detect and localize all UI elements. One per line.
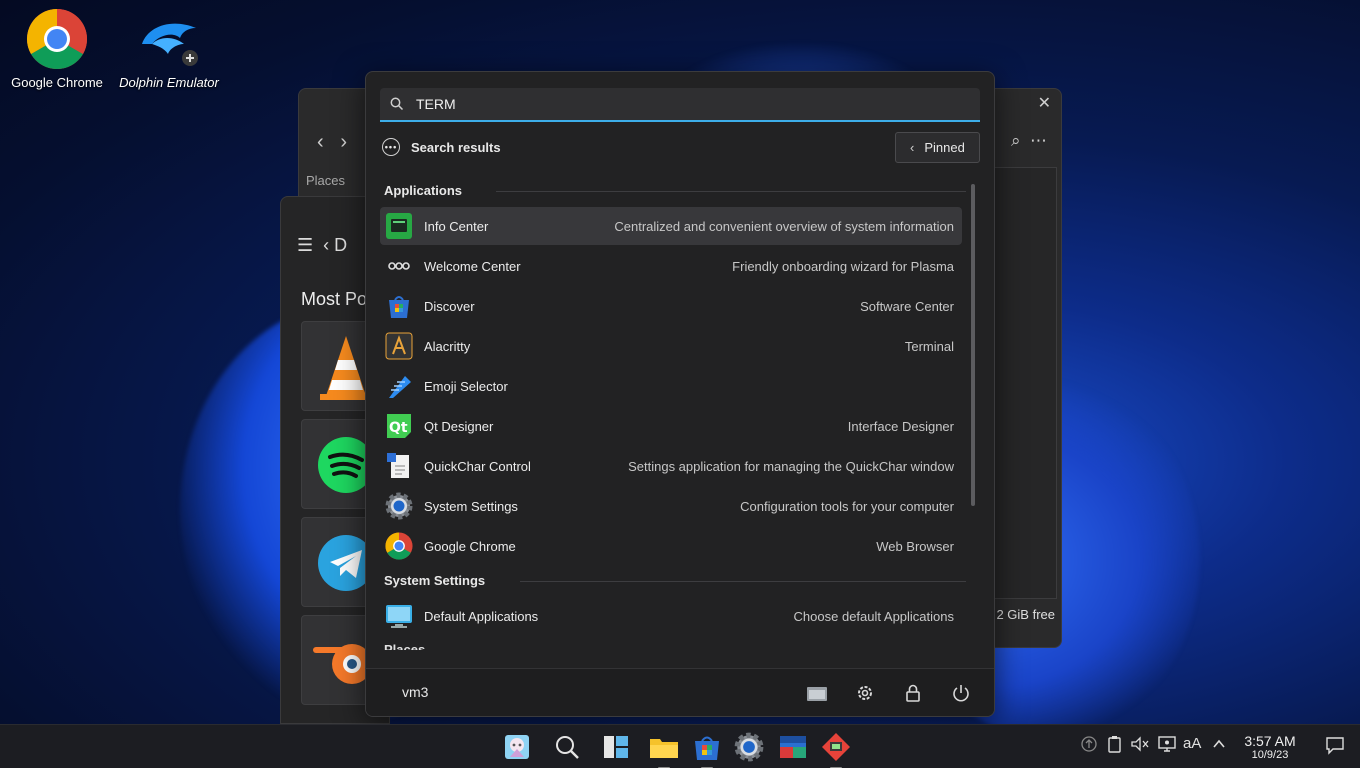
result-row-system-settings[interactable]: System Settings Configuration tools for … (380, 487, 962, 525)
system-settings-icon[interactable] (733, 731, 765, 763)
game-app-icon[interactable] (820, 731, 852, 768)
clock-date: 10/9/23 (1251, 749, 1289, 761)
window-header-letter: D (334, 235, 348, 255)
app-description: Terminal (904, 338, 954, 354)
places-label: Places (306, 173, 346, 188)
clipboard-icon[interactable] (1106, 735, 1124, 757)
clock-time: 3:57 AM (1244, 733, 1296, 749)
app-name: System Settings (424, 498, 518, 514)
discover-icon (384, 291, 414, 321)
svg-text:Qt: Qt (389, 420, 408, 436)
section-places: Places (384, 642, 426, 650)
dolphin-icon (138, 14, 200, 70)
welcome-center-icon (384, 251, 414, 281)
app-description: Configuration tools for your computer (740, 498, 954, 514)
chevron-left-icon: ‹ (910, 140, 915, 155)
alacritty-icon (384, 331, 414, 361)
app-description: Friendly onboarding wizard for Plasma (732, 258, 954, 274)
result-row-quickchar-control[interactable]: QuickChar Control Settings application f… (380, 447, 962, 485)
result-row-discover[interactable]: Discover Software Center (380, 287, 962, 325)
desktop-icon-label: Dolphin Emulator (119, 75, 219, 90)
system-settings-icon (384, 491, 414, 521)
search-icon[interactable] (551, 731, 583, 763)
search-icon[interactable]: ⌕ ⋯ (1011, 131, 1047, 151)
user-name: vm3 (402, 684, 429, 700)
app-name: Google Chrome (424, 538, 516, 554)
input-method-indicator[interactable]: aA (1183, 735, 1201, 752)
search-box[interactable] (380, 88, 980, 122)
volume-muted-icon[interactable] (1130, 735, 1150, 757)
results-scrollbar[interactable] (971, 184, 975, 506)
result-row-welcome-center[interactable]: Welcome Center Friendly onboarding wizar… (380, 247, 962, 285)
search-icon (390, 97, 404, 111)
section-applications-label: Applications (384, 183, 463, 198)
close-icon[interactable]: ✕ (1038, 93, 1051, 113)
chrome-icon (26, 8, 88, 70)
display-icon[interactable] (1157, 735, 1177, 757)
desktop-icon-dolphin-emulator[interactable]: Dolphin Emulator (117, 14, 221, 91)
app-description: Interface Designer (847, 418, 954, 434)
section-system-settings-label: System Settings (384, 573, 486, 588)
desktop-icon-google-chrome[interactable]: Google Chrome (5, 8, 109, 91)
launcher-footer: vm3 (366, 668, 994, 716)
app-description: Web Browser (876, 538, 954, 554)
power-icon[interactable] (950, 682, 972, 704)
lock-icon[interactable] (902, 682, 924, 704)
chrome-icon (384, 531, 414, 561)
updates-icon[interactable] (1080, 735, 1098, 757)
gear-icon[interactable] (854, 682, 876, 704)
search-input[interactable] (416, 96, 956, 112)
app-description: Centralized and convenient overview of s… (614, 218, 954, 234)
terminal-app-icon[interactable] (777, 731, 809, 763)
notifications-icon[interactable] (1325, 735, 1345, 759)
section-system-settings: System Settings (384, 573, 966, 588)
back-forward-nav[interactable]: ‹ › (317, 131, 347, 154)
info-center-icon (384, 211, 414, 241)
app-name: Info Center (424, 218, 489, 234)
app-name: Discover (424, 298, 475, 314)
result-row-alacritty[interactable]: Alacritty Terminal (380, 327, 962, 365)
setting-name: Default Applications (424, 608, 539, 624)
section-divider (496, 191, 966, 192)
clock[interactable]: 3:57 AM 10/9/23 (1238, 733, 1302, 762)
pinned-button[interactable]: ‹ Pinned (895, 132, 980, 163)
chevron-up-icon[interactable] (1211, 735, 1227, 757)
taskbar: aA 3:57 AM 10/9/23 (0, 724, 1360, 768)
app-launcher: ••• Search results ‹ Pinned Applications… (365, 71, 995, 717)
app-name: Alacritty (424, 338, 471, 354)
setting-description: Choose default Applications (793, 608, 954, 624)
start-menu-icon[interactable] (501, 731, 533, 763)
app-name: QuickChar Control (424, 458, 531, 474)
section-divider (520, 581, 966, 582)
more-options-icon: ••• (382, 138, 400, 156)
app-name: Qt Designer (424, 418, 494, 434)
most-popular-title: Most Po (301, 289, 368, 309)
result-row-default-applications[interactable]: Default Applications Choose default Appl… (380, 597, 962, 635)
task-view-icon[interactable] (600, 731, 632, 763)
qt-designer-icon: Qt (384, 411, 414, 441)
desktop-icon-label: Google Chrome (11, 75, 103, 90)
free-space-label: 2 GiB free (996, 607, 1055, 622)
file-manager-icon[interactable] (806, 682, 828, 704)
discover-icon[interactable] (691, 731, 723, 768)
app-description: Software Center (860, 298, 954, 314)
quickchar-icon (384, 451, 414, 481)
result-row-info-center[interactable]: Info Center Centralized and convenient o… (380, 207, 962, 245)
hamburger-menu-icon[interactable]: ☰ ‹ D (297, 235, 347, 256)
app-description: Settings application for managing the Qu… (628, 458, 954, 474)
app-name: Emoji Selector (424, 378, 508, 394)
emoji-selector-icon (384, 371, 414, 401)
search-results-label: Search results (411, 139, 501, 155)
app-name: Welcome Center (424, 258, 521, 274)
side-panel (989, 167, 1057, 599)
result-row-qt-designer[interactable]: Qt Qt Designer Interface Designer (380, 407, 962, 445)
section-applications: Applications (384, 183, 966, 198)
default-applications-icon (384, 601, 414, 631)
result-row-google-chrome[interactable]: Google Chrome Web Browser (380, 527, 962, 565)
pinned-label: Pinned (924, 140, 965, 155)
search-results-header: ••• Search results (382, 138, 501, 156)
file-explorer-icon[interactable] (648, 731, 680, 768)
result-row-emoji-selector[interactable]: Emoji Selector (380, 367, 962, 405)
